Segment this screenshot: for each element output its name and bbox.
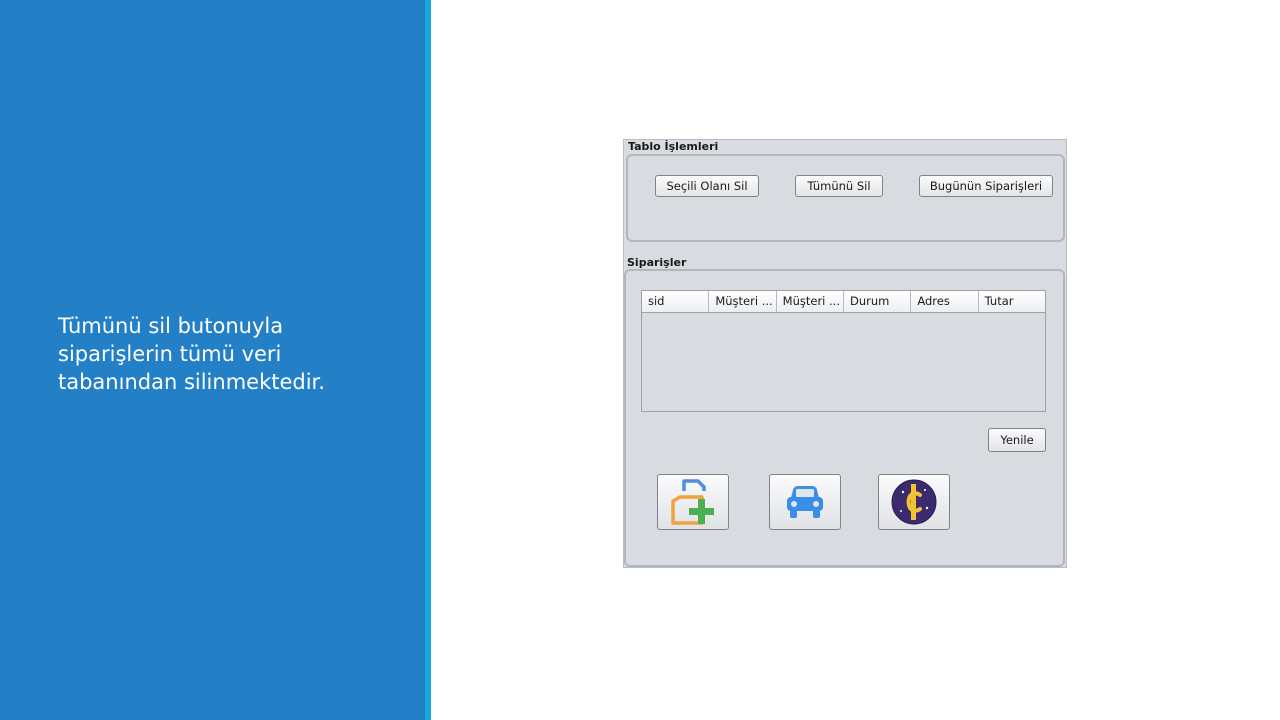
car-icon xyxy=(787,486,823,518)
table-ops-group xyxy=(626,154,1065,242)
column-header-customer-1[interactable]: Müşteri ... xyxy=(709,291,777,312)
column-header-address[interactable]: Adres xyxy=(911,291,979,312)
add-file-icon xyxy=(671,479,714,525)
slide-accent-stripe xyxy=(425,0,431,720)
refresh-button[interactable]: Yenile xyxy=(988,428,1046,452)
slide-description: Tümünü sil butonuyla siparişlerin tümü v… xyxy=(58,314,325,394)
orders-window: Tablo İşlemleri Seçili Olanı Sil Tümünü … xyxy=(623,139,1067,568)
orders-table-header: sid Müşteri ... Müşteri ... Durum Adres … xyxy=(642,291,1045,313)
column-header-sid[interactable]: sid xyxy=(642,291,710,312)
column-header-customer-2[interactable]: Müşteri ... xyxy=(777,291,844,312)
coin-logo-icon xyxy=(891,479,937,525)
column-header-amount[interactable]: Tutar xyxy=(979,291,1045,312)
app-logo-button[interactable] xyxy=(878,474,950,530)
orders-table[interactable]: sid Müşteri ... Müşteri ... Durum Adres … xyxy=(641,290,1046,412)
todays-orders-button[interactable]: Bugünün Siparişleri xyxy=(919,175,1053,197)
orders-title: Siparişler xyxy=(627,256,687,269)
delivery-button[interactable] xyxy=(769,474,841,530)
delete-all-button[interactable]: Tümünü Sil xyxy=(795,175,883,197)
column-header-status[interactable]: Durum xyxy=(844,291,912,312)
add-order-button[interactable] xyxy=(657,474,729,530)
table-ops-title: Tablo İşlemleri xyxy=(628,140,719,153)
delete-selected-button[interactable]: Seçili Olanı Sil xyxy=(655,175,759,197)
